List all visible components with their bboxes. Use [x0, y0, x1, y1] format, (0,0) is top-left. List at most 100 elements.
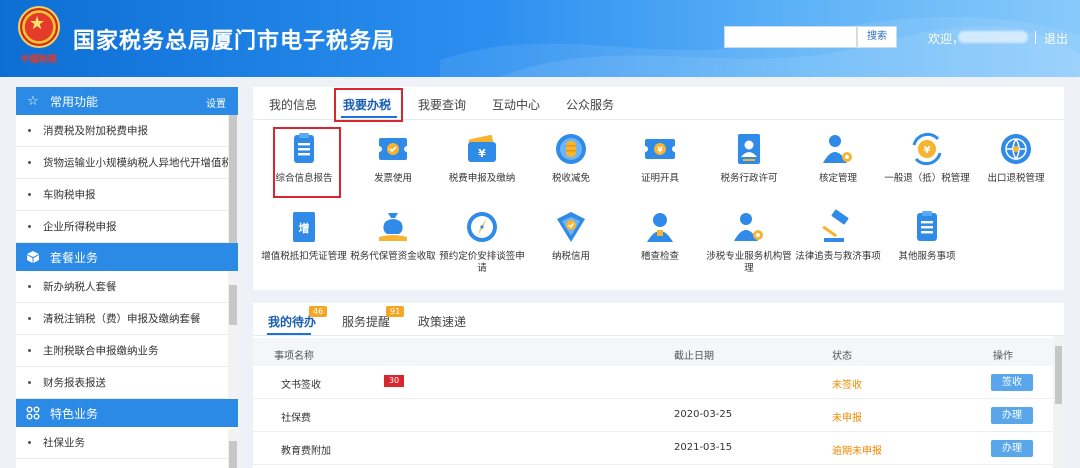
service-advance-pricing-arrangement[interactable]: 预约定价安排谈签申请: [439, 209, 525, 275]
svg-text:¥: ¥: [924, 145, 931, 156]
compass-icon: [464, 209, 500, 245]
sidebar-scrollbar[interactable]: [228, 115, 238, 243]
row-status: 未签收: [832, 380, 862, 391]
row-item-name: 教育费附加: [281, 446, 331, 457]
sidebar-section-common[interactable]: ☆ 常用功能 设置: [16, 87, 238, 115]
handle-button[interactable]: 办理: [991, 440, 1033, 457]
cube-icon: [26, 250, 40, 264]
row-deadline: 2020-03-25: [674, 409, 733, 420]
tab-public-service[interactable]: 公众服务: [566, 96, 614, 113]
service-assessment-management[interactable]: 核定管理: [795, 131, 881, 185]
vat-receipt-icon: 增: [286, 209, 322, 245]
service-invoice-use[interactable]: 发票使用: [350, 131, 436, 185]
service-legal-liability-remedy[interactable]: 法律追责与救济事项: [795, 209, 881, 263]
reminder-count-badge: 91: [386, 306, 405, 317]
coin-stack-icon: [553, 131, 589, 167]
sidebar-item[interactable]: 新办纳税人套餐: [16, 271, 238, 303]
row-item-name: 文书签收: [281, 380, 321, 391]
svg-text:¥: ¥: [478, 147, 486, 160]
tab-query[interactable]: 我要查询: [418, 96, 466, 113]
shield-check-icon: [553, 209, 589, 245]
service-custody-fund-collection[interactable]: 税务代保管资金收取: [350, 209, 436, 263]
sign-button[interactable]: 签收: [991, 374, 1033, 391]
col-deadline: 截止日期: [674, 351, 714, 362]
site-title: 国家税务总局厦门市电子税务局: [73, 29, 396, 54]
refund-icon: ¥: [909, 131, 945, 167]
sidebar-item[interactable]: 财务报表报送: [16, 367, 238, 399]
sidebar-item[interactable]: 货物运输业小规模纳税人异地代开增值税专用...: [16, 147, 238, 179]
todo-scrollbar[interactable]: [1053, 336, 1064, 468]
ticket-icon: ¥: [642, 131, 678, 167]
highlight-box-tab: [334, 88, 403, 122]
user-gear-icon: [820, 131, 856, 167]
sidebar-item[interactable]: 消费税及附加税费申报: [16, 115, 238, 147]
globe-icon: [998, 131, 1034, 167]
username-redacted: [958, 31, 1028, 43]
row-deadline: 2021-03-15: [674, 442, 733, 453]
sidebar-section-title: 常用功能: [50, 94, 99, 109]
grid-icon: [26, 406, 40, 420]
sidebar-section-package[interactable]: 套餐业务: [16, 243, 238, 271]
col-status: 状态: [832, 351, 852, 362]
col-action: 操作: [993, 351, 1013, 362]
todo-panel: 我的待办 46 服务提醒 91 政策速递 事项名称 截止日期 状态 操作 文书签…: [253, 303, 1064, 468]
service-export-refund[interactable]: 出口退税管理: [973, 131, 1059, 185]
handle-button[interactable]: 办理: [991, 407, 1033, 424]
tab-my-info[interactable]: 我的信息: [269, 96, 317, 113]
tab-service-reminder[interactable]: 服务提醒: [342, 313, 390, 330]
service-general-refund[interactable]: ¥ 一般退（抵）税管理: [884, 131, 970, 185]
service-other-matters[interactable]: 其他服务事项: [884, 209, 970, 263]
service-inspection-audit[interactable]: 稽查检查: [617, 209, 703, 263]
service-admin-permit[interactable]: 税务行政许可: [706, 131, 792, 185]
service-tax-declaration-payment[interactable]: ¥ 税费申报及缴纳: [439, 131, 525, 185]
service-certificate-issue[interactable]: ¥ 证明开具: [617, 131, 703, 185]
logout-link[interactable]: 退出: [1044, 30, 1068, 47]
inspector-icon: [642, 209, 678, 245]
invoice-icon: [375, 131, 411, 167]
service-vat-deduction-voucher[interactable]: 增 增值税抵扣凭证管理: [261, 209, 347, 263]
active-todo-underline: [267, 333, 311, 335]
sidebar-item[interactable]: 清税注销税（费）申报及缴纳套餐: [16, 303, 238, 335]
sidebar-section-title: 特色业务: [50, 406, 99, 421]
sidebar-section-title: 套餐业务: [50, 250, 99, 265]
sidebar-item[interactable]: 车购税申报: [16, 179, 238, 211]
table-row: 文书签收 30 未签收 签收: [253, 366, 1053, 399]
money-bag-icon: [375, 209, 411, 245]
emblem-brand-text: 中國稅務: [20, 55, 57, 65]
table-row: 教育费附加 2021-03-15 逾期未申报 办理: [253, 432, 1053, 465]
id-card-icon: [731, 131, 767, 167]
sidebar: ☆ 常用功能 设置 消费税及附加税费申报 货物运输业小规模纳税人异地代开增值税专…: [16, 87, 238, 468]
highlight-box-icon: [273, 127, 341, 198]
gavel-icon: [820, 209, 856, 245]
sidebar-item[interactable]: 社保业务: [16, 427, 238, 459]
tab-interaction[interactable]: 互动中心: [492, 96, 540, 113]
row-item-name: 社保费: [281, 413, 311, 424]
table-row: 社保费 2020-03-25 未申报 办理: [253, 399, 1053, 432]
row-status: 逾期未申报: [832, 446, 882, 457]
todo-tabs: 我的待办 46 服务提醒 91 政策速递: [253, 303, 1064, 336]
main-panel: 我的信息 我要办税 我要查询 互动中心 公众服务 综合信息报告 发票使用 ¥ 税…: [253, 87, 1064, 290]
sidebar-scrollbar[interactable]: [228, 271, 238, 399]
sidebar-item[interactable]: 企业所得税申报: [16, 211, 238, 243]
svg-text:增: 增: [299, 221, 310, 235]
table-header: 事项名称 截止日期 状态 操作: [253, 338, 1053, 366]
tab-policy-news[interactable]: 政策速递: [418, 313, 466, 330]
col-item-name: 事项名称: [274, 351, 314, 362]
sidebar-item[interactable]: 主附税联合申报缴纳业务: [16, 335, 238, 367]
service-tax-credit[interactable]: 纳税信用: [528, 209, 614, 263]
search-button[interactable]: 搜索: [857, 26, 897, 48]
search-input[interactable]: [724, 26, 857, 48]
wallet-icon: ¥: [464, 131, 500, 167]
row-count-badge: 30: [384, 375, 404, 387]
star-icon: ☆: [27, 93, 39, 109]
sidebar-scrollbar[interactable]: [228, 429, 238, 468]
row-status: 未申报: [832, 413, 862, 424]
svg-text:¥: ¥: [657, 146, 663, 155]
sidebar-section-feature[interactable]: 特色业务: [16, 399, 238, 427]
sidebar-settings-link[interactable]: 设置: [206, 95, 226, 110]
site-header: ★ 中國稅務 国家税务总局厦门市电子税务局 搜索 欢迎， 退出: [0, 0, 1080, 77]
service-professional-agency-management[interactable]: 涉税专业服务机构管理: [706, 209, 792, 275]
list-icon: [909, 209, 945, 245]
service-tax-reduction[interactable]: 税收减免: [528, 131, 614, 185]
header-divider: [1035, 31, 1036, 44]
